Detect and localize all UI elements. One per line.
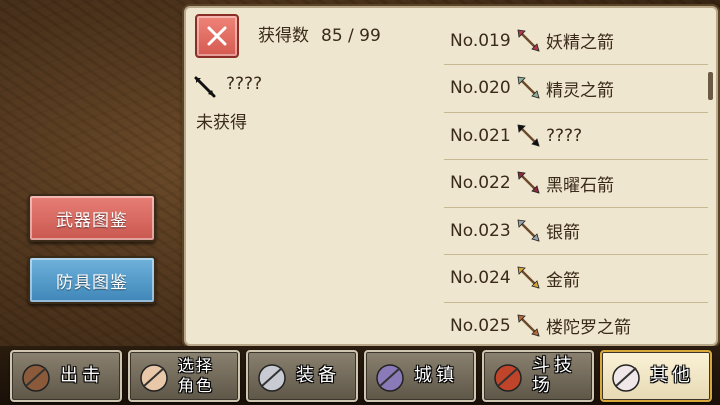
list-item[interactable]: No.025 楼陀罗之箭 — [444, 302, 708, 344]
item-number: No.025 — [450, 315, 511, 336]
item-name: 黑曜石箭 — [546, 175, 614, 196]
item-number: No.021 — [450, 125, 511, 146]
item-number: No.020 — [450, 78, 511, 98]
obtained-count: 获得数 85 / 99 — [258, 21, 381, 46]
bottom-nav: 出击 选择 角色 装备 城镇 斗技场 其他 — [0, 346, 720, 405]
list-item[interactable]: No.023 银箭 — [444, 207, 708, 255]
item-number: No.019 — [450, 30, 511, 51]
nav-button-arena[interactable]: 斗技场 — [482, 350, 594, 402]
item-name: ???? — [546, 125, 583, 146]
list-item[interactable]: No.024 金箭 — [444, 255, 708, 303]
obsidian-arrow-icon — [517, 171, 540, 194]
nav-label: 选择 角色 — [178, 356, 215, 395]
obtained-count-label: 获得数 — [258, 26, 309, 46]
selected-item-name: ???? — [226, 74, 263, 94]
list-item[interactable]: No.020 精灵之箭 — [444, 65, 708, 113]
silver-arrow-icon — [517, 219, 540, 242]
nav-label: 装备 — [296, 365, 340, 386]
rudra-arrow-icon — [517, 314, 540, 337]
item-name: 楼陀罗之箭 — [546, 318, 631, 338]
item-number: No.022 — [450, 173, 511, 193]
nav-button-character-select[interactable]: 选择 角色 — [128, 350, 240, 402]
fairy-arrow-icon — [517, 29, 540, 52]
item-name: 妖精之箭 — [546, 33, 614, 53]
nav-button-sortie[interactable]: 出击 — [10, 350, 122, 402]
nav-label: 斗技场 — [532, 355, 576, 396]
equipment-icon — [258, 364, 286, 392]
black-arrow-icon — [194, 76, 216, 98]
close-button[interactable] — [195, 14, 239, 58]
item-list[interactable]: No.019 妖精之箭 No.020 精灵之箭 No.021???? No.022 黑曜石箭… — [444, 8, 708, 344]
other-icon — [612, 364, 640, 392]
nav-label: 城镇 — [414, 365, 458, 386]
selected-item-status: 未获得 — [196, 113, 247, 133]
list-item[interactable]: No.022 黑曜石箭 — [444, 160, 708, 208]
scrollbar[interactable] — [708, 72, 713, 100]
weapon-codex-button[interactable]: 武器图鉴 — [28, 194, 156, 242]
codex-panel: 获得数 85 / 99 ???? 未获得 No.019 妖精之箭 No.020 精灵之箭… — [184, 6, 718, 346]
nav-button-equipment[interactable]: 装备 — [246, 350, 358, 402]
unknown-arrow-icon — [517, 124, 540, 147]
item-number: No.023 — [450, 220, 511, 241]
elf-arrow-icon — [517, 76, 540, 99]
list-item[interactable]: No.021???? — [444, 112, 708, 160]
armor-codex-button[interactable]: 防具图鉴 — [28, 256, 156, 304]
gold-arrow-icon — [517, 266, 540, 289]
nav-button-other[interactable]: 其他 — [600, 350, 712, 402]
nav-button-town[interactable]: 城镇 — [364, 350, 476, 402]
item-name: 精灵之箭 — [546, 80, 614, 101]
nav-label: 出击 — [60, 365, 104, 386]
item-name: 银箭 — [546, 223, 580, 243]
sortie-icon — [22, 364, 50, 392]
close-icon — [207, 26, 227, 46]
list-item[interactable]: No.019 妖精之箭 — [444, 17, 708, 65]
arena-icon — [494, 364, 522, 392]
item-name: 金箭 — [546, 270, 580, 291]
town-icon — [376, 364, 404, 392]
nav-label: 其他 — [650, 365, 694, 386]
item-number: No.024 — [450, 268, 511, 288]
character-select-icon — [140, 364, 168, 392]
obtained-count-value: 85 / 99 — [321, 26, 381, 46]
